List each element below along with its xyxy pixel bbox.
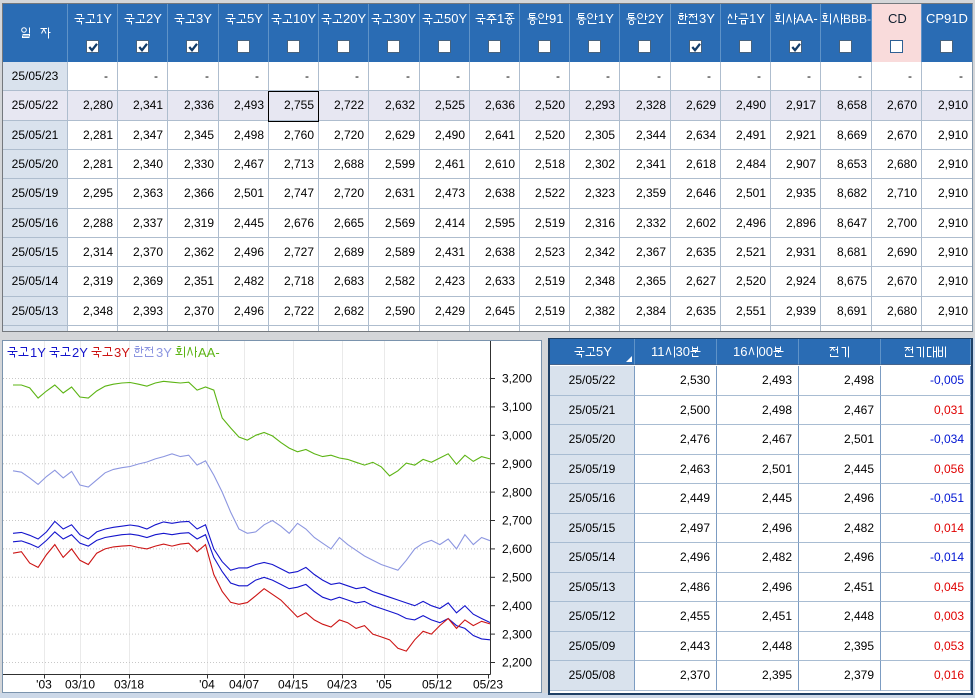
svg-text:2,800: 2,800 — [502, 485, 532, 499]
svg-text:2,200: 2,200 — [502, 656, 532, 670]
svg-text:'05: '05 — [376, 678, 392, 692]
svg-text:03/18: 03/18 — [114, 678, 144, 692]
svg-text:04/15: 04/15 — [278, 678, 308, 692]
svg-text:2,400: 2,400 — [502, 599, 532, 613]
svg-text:04/23: 04/23 — [327, 678, 357, 692]
svg-text:1Y: 1Y — [30, 345, 46, 360]
svg-text:03/10: 03/10 — [65, 678, 95, 692]
svg-text:'03: '03 — [36, 678, 52, 692]
svg-text:2,700: 2,700 — [502, 514, 532, 528]
svg-text:3,000: 3,000 — [502, 429, 532, 443]
svg-text:05/12: 05/12 — [422, 678, 452, 692]
svg-text:3Y: 3Y — [156, 345, 172, 360]
svg-text:3,200: 3,200 — [502, 372, 532, 386]
svg-text:3,100: 3,100 — [502, 400, 532, 414]
svg-text:3Y: 3Y — [114, 345, 130, 360]
svg-text:2,900: 2,900 — [502, 457, 532, 471]
svg-text:2,500: 2,500 — [502, 571, 532, 585]
svg-text:05/23: 05/23 — [473, 678, 503, 692]
svg-text:2Y: 2Y — [72, 345, 88, 360]
svg-text:AA-: AA- — [198, 345, 220, 360]
svg-text:04/07: 04/07 — [229, 678, 259, 692]
svg-text:2,300: 2,300 — [502, 627, 532, 641]
svg-text:2,600: 2,600 — [502, 542, 532, 556]
svg-text:'04: '04 — [199, 678, 215, 692]
